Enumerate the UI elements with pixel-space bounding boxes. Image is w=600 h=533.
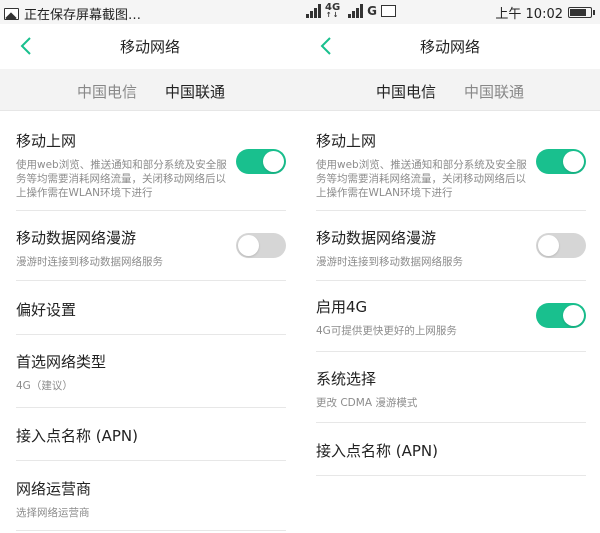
toggle-knob — [563, 151, 584, 172]
tab-china-unicom[interactable]: 中国联通 — [464, 81, 524, 102]
divider — [316, 351, 586, 352]
title-bar: 移动网络 — [300, 24, 600, 69]
divider — [16, 280, 286, 281]
network-4g-indicator: 4G ↑↓ — [325, 3, 340, 19]
divider — [316, 422, 586, 423]
divider — [316, 475, 586, 476]
battery-icon — [568, 7, 595, 18]
setting-apn[interactable]: 接入点名称 (APN) — [316, 440, 586, 461]
status-bar: 正在保存屏幕截图… 4G ↑↓ G 上午 10:02 — [0, 0, 600, 24]
mobile-data-toggle[interactable] — [536, 149, 586, 174]
signal-icon — [348, 4, 364, 18]
data-roaming-toggle[interactable] — [536, 233, 586, 258]
network-g-label: G — [367, 4, 378, 18]
setting-subtitle: 使用web浏览、推送通知和部分系统及安全服务等均需要消耗网络流量，关闭移动网络后… — [16, 159, 227, 199]
toggle-knob — [238, 235, 259, 256]
data-roaming-toggle[interactable] — [236, 233, 286, 258]
divider — [316, 280, 586, 281]
notification-text: 正在保存屏幕截图… — [24, 8, 142, 23]
setting-title: 移动上网 — [316, 132, 377, 150]
image-icon — [4, 7, 19, 20]
divider — [16, 407, 286, 408]
divider — [16, 210, 286, 211]
setting-preferred-network-type[interactable]: 首选网络类型 4G（建议） — [16, 351, 286, 393]
divider — [16, 334, 286, 335]
setting-preferences[interactable]: 偏好设置 — [16, 299, 286, 320]
setting-subtitle: 选择网络运营商 — [16, 507, 90, 519]
toggle-knob — [563, 305, 584, 326]
title-bar: 移动网络 — [0, 24, 300, 69]
setting-apn[interactable]: 接入点名称 (APN) — [16, 425, 286, 446]
status-left: 正在保存屏幕截图… — [4, 4, 141, 23]
toggle-knob — [538, 235, 559, 256]
setting-title: 偏好设置 — [16, 301, 77, 319]
page-title: 移动网络 — [119, 38, 180, 56]
setting-title: 接入点名称 (APN) — [316, 442, 439, 460]
mobile-data-toggle[interactable] — [236, 149, 286, 174]
right-screen: 移动网络 中国电信 中国联通 移动上网 使用web浏览、推送通知和部分系统及安全… — [300, 24, 600, 533]
setting-title: 系统选择 — [316, 370, 377, 388]
battery-fill — [570, 9, 586, 16]
setting-subtitle: 使用web浏览、推送通知和部分系统及安全服务等均需要消耗网络流量，关闭移动网络后… — [316, 159, 527, 199]
status-network: 4G ↑↓ G — [306, 3, 397, 19]
setting-title: 首选网络类型 — [16, 353, 107, 371]
tab-china-telecom[interactable]: 中国电信 — [376, 81, 436, 102]
tab-china-unicom[interactable]: 中国联通 — [165, 81, 225, 102]
signal-icon — [306, 4, 321, 18]
data-arrows-icon: ↑↓ — [325, 11, 340, 19]
setting-subtitle: 4G（建议） — [16, 380, 73, 392]
setting-system-select[interactable]: 系统选择 更改 CDMA 漫游模式 — [316, 368, 586, 410]
left-screen: 移动网络 中国电信 中国联通 移动上网 使用web浏览、推送通知和部分系统及安全… — [0, 24, 300, 533]
divider — [316, 210, 586, 211]
page-title: 移动网络 — [419, 38, 480, 56]
screenshot-root: 正在保存屏幕截图… 4G ↑↓ G 上午 10:02 移动网络 中国电信 中国联… — [0, 0, 600, 533]
divider — [16, 530, 286, 531]
status-right: 上午 10:02 — [495, 3, 595, 22]
setting-subtitle: 更改 CDMA 漫游模式 — [316, 397, 418, 409]
setting-title: 移动上网 — [16, 132, 77, 150]
enable-4g-toggle[interactable] — [536, 303, 586, 328]
setting-title: 网络运营商 — [16, 480, 92, 498]
divider — [16, 460, 286, 461]
setting-network-operator[interactable]: 网络运营商 选择网络运营商 — [16, 478, 286, 520]
clock: 上午 10:02 — [495, 7, 563, 22]
sim-tabs: 中国电信 中国联通 — [300, 69, 600, 111]
tab-china-telecom[interactable]: 中国电信 — [77, 81, 137, 102]
sim-tabs: 中国电信 中国联通 — [0, 69, 300, 111]
toggle-knob — [263, 151, 284, 172]
image-icon — [381, 5, 397, 17]
setting-title: 接入点名称 (APN) — [16, 427, 139, 445]
